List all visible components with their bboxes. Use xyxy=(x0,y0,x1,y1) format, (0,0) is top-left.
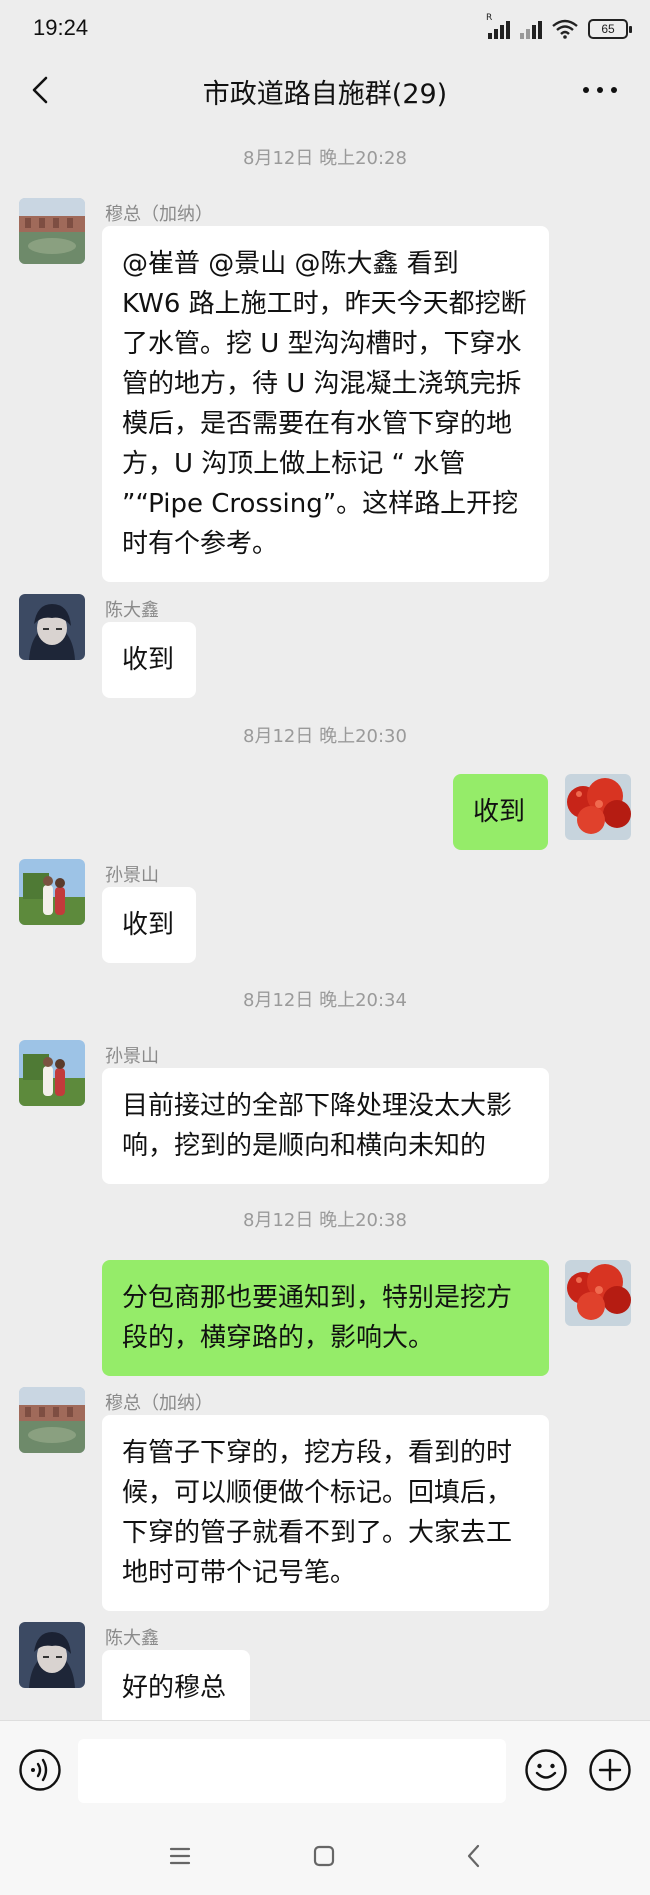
sender-name: 孙景山 xyxy=(105,1046,159,1067)
status-bar: 19:24 R 65 xyxy=(0,0,650,58)
avatar[interactable] xyxy=(19,1387,85,1453)
signal-2-icon xyxy=(520,19,542,39)
message-bubble[interactable]: 好的穆总 xyxy=(102,1650,250,1726)
status-time: 19:24 xyxy=(33,15,89,40)
message-line: 收到 xyxy=(473,797,526,827)
input-bar xyxy=(0,1720,650,1820)
message-line: 收到 xyxy=(122,910,175,940)
avatar[interactable] xyxy=(19,1622,85,1688)
message-line: 管的地方，待 U 沟混凝土浇筑完拆 xyxy=(122,369,522,399)
self-avatar[interactable] xyxy=(565,1260,631,1326)
message-bubble[interactable]: @崔普 @景山 @陈大鑫 看到 KW6 路上施工时，昨天今天都挖断 了水管。挖 … xyxy=(102,226,549,582)
sender-name: 穆总（加纳） xyxy=(105,204,213,225)
message-bubble[interactable]: 收到 xyxy=(102,622,196,698)
avatar[interactable] xyxy=(19,859,85,925)
avatar[interactable] xyxy=(19,1040,85,1106)
message-line: 段的，横穿路的，影响大。 xyxy=(122,1323,435,1353)
voice-icon[interactable] xyxy=(18,1748,62,1792)
chat-area[interactable]: 8月12日 晚上20:28 穆总（加纳） @崔普 @景山 @陈大鑫 看到 KW6… xyxy=(0,122,650,1726)
chat-header: 市政道路自施群(29) xyxy=(0,58,650,122)
message-bubble[interactable]: 有管子下穿的，挖方段，看到的时 候，可以顺便做个标记。回填后， 下穿的管子就看不… xyxy=(102,1415,549,1611)
sender-name: 陈大鑫 xyxy=(105,600,159,621)
timestamp: 8月12日 晚上20:38 xyxy=(243,1210,407,1231)
self-avatar[interactable] xyxy=(565,774,631,840)
more-dots-icon[interactable] xyxy=(578,72,622,108)
message-bubble[interactable]: 收到 xyxy=(102,887,196,963)
emoji-icon[interactable] xyxy=(524,1748,568,1792)
message-bubble-sent[interactable]: 收到 xyxy=(453,774,548,850)
message-line: KW6 路上施工时，昨天今天都挖断 xyxy=(122,289,527,319)
message-line: @崔普 @景山 @陈大鑫 看到 xyxy=(122,249,459,279)
menu-icon[interactable] xyxy=(168,1844,192,1868)
avatar[interactable] xyxy=(19,198,85,264)
sender-name: 穆总（加纳） xyxy=(105,1393,213,1414)
message-line: 候，可以顺便做个标记。回填后， xyxy=(122,1478,513,1508)
message-bubble-sent[interactable]: 分包商那也要通知到，特别是挖方 段的，横穿路的，影响大。 xyxy=(102,1260,549,1376)
timestamp: 8月12日 晚上20:34 xyxy=(243,990,407,1011)
avatar[interactable] xyxy=(19,594,85,660)
status-icons: R 65 xyxy=(486,13,632,42)
message-line: 方，U 沟顶上做上标记 “ 水管 xyxy=(122,449,466,479)
message-line: 目前接过的全部下降处理没太大影 xyxy=(122,1091,513,1121)
message-line: 分包商那也要通知到，特别是挖方 xyxy=(122,1283,513,1313)
timestamp: 8月12日 晚上20:28 xyxy=(243,148,407,169)
message-line: ”“Pipe Crossing”。这样路上开挖 xyxy=(122,489,519,519)
message-line: 收到 xyxy=(122,645,175,675)
message-line: 时有个参考。 xyxy=(122,529,279,559)
message-line: 了水管。挖 U 型沟沟槽时，下穿水 xyxy=(122,329,522,359)
sender-name: 孙景山 xyxy=(105,865,159,886)
message-line: 有管子下穿的，挖方段，看到的时 xyxy=(122,1438,513,1468)
plus-icon[interactable] xyxy=(588,1748,632,1792)
message-line: 模后，是否需要在有水管下穿的地 xyxy=(122,409,513,439)
message-input[interactable] xyxy=(78,1739,506,1803)
message-line: 好的穆总 xyxy=(122,1673,227,1703)
message-bubble[interactable]: 目前接过的全部下降处理没太大影 响，挖到的是顺向和横向未知的 xyxy=(102,1068,549,1184)
timestamp: 8月12日 晚上20:30 xyxy=(243,726,407,747)
wifi-icon xyxy=(552,19,578,39)
battery-icon: 65 xyxy=(588,19,632,39)
message-line: 地时可带个记号笔。 xyxy=(122,1558,357,1588)
chat-title: 市政道路自施群(29) xyxy=(202,79,448,110)
system-nav-bar xyxy=(0,1820,650,1895)
signal-icon: R xyxy=(486,13,510,39)
sender-name: 陈大鑫 xyxy=(105,1628,159,1649)
home-icon[interactable] xyxy=(312,1844,336,1868)
message-line: 响，挖到的是顺向和横向未知的 xyxy=(122,1131,487,1161)
message-line: 下穿的管子就看不到了。大家去工 xyxy=(122,1518,513,1548)
nav-back-icon[interactable] xyxy=(462,1842,486,1870)
